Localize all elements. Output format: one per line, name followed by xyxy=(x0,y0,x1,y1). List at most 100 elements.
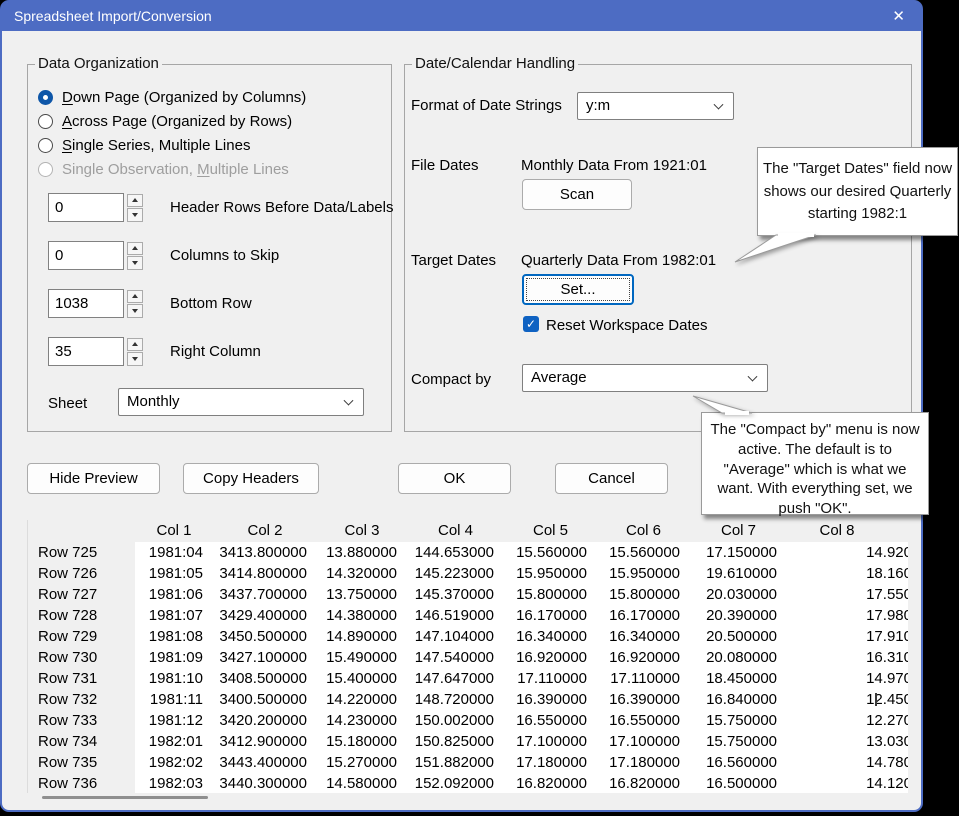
reset-workspace-dates-checkbox[interactable]: ✓ xyxy=(523,316,539,332)
table-cell: 20.030000 xyxy=(690,584,787,605)
compact-by-callout: The "Compact by" menu is now active. The… xyxy=(701,412,929,515)
table-row[interactable]: Row 7311981:103408.50000015.400000147.64… xyxy=(28,668,908,689)
table-cell: 15.490000 xyxy=(317,647,407,668)
table-cell: 150.002000 xyxy=(407,710,504,731)
spreadsheet-import-dialog: Spreadsheet Import/Conversion ✕ Data Org… xyxy=(0,0,923,812)
scan-button[interactable]: Scan xyxy=(522,179,632,210)
hide-preview-button[interactable]: Hide Preview xyxy=(27,463,160,494)
radio-option[interactable]: Across Page (Organized by Rows) xyxy=(38,111,292,131)
spinner-label: Right Column xyxy=(170,343,261,360)
table-row[interactable]: Row 7351982:023443.40000015.270000151.88… xyxy=(28,752,908,773)
radio-label: Single Series, Multiple Lines xyxy=(62,137,250,154)
table-header-row: Col 1Col 2Col 3Col 4Col 5Col 6Col 7Col 8 xyxy=(28,520,908,542)
ok-button[interactable]: OK xyxy=(398,463,511,494)
spinner-input[interactable] xyxy=(48,337,124,366)
sheet-dropdown[interactable]: Monthly xyxy=(118,388,364,416)
spin-down-button[interactable] xyxy=(127,352,143,366)
spinner-input[interactable] xyxy=(48,289,124,318)
row-label: Row 730 xyxy=(28,647,135,668)
table-cell: 15.180000 xyxy=(317,731,407,752)
row-label-header xyxy=(28,520,135,542)
date-format-value: y:m xyxy=(586,97,610,114)
table-cell: 144.653000 xyxy=(407,542,504,563)
spinner-input[interactable] xyxy=(48,193,124,222)
table-cell: 1981:04 xyxy=(135,542,213,563)
set-button[interactable]: Set... xyxy=(522,274,634,305)
table-row[interactable]: Row 7361982:033440.30000014.580000152.09… xyxy=(28,773,908,793)
column-header: Col 7 xyxy=(690,520,787,542)
copy-headers-button[interactable]: Copy Headers xyxy=(183,463,319,494)
radio-icon[interactable] xyxy=(38,90,53,105)
chevron-down-icon xyxy=(748,372,758,382)
table-row[interactable]: Row 7281981:073429.40000014.380000146.51… xyxy=(28,605,908,626)
table-cell: 16.920000 xyxy=(504,647,597,668)
spin-down-button[interactable] xyxy=(127,256,143,270)
target-dates-value: Quarterly Data From 1982:01 xyxy=(521,252,716,269)
table-row[interactable]: Row 7271981:063437.70000013.750000145.37… xyxy=(28,584,908,605)
table-row[interactable]: Row 7291981:083450.50000014.890000147.10… xyxy=(28,626,908,647)
spin-up-button[interactable] xyxy=(127,194,143,208)
date-calendar-title: Date/Calendar Handling xyxy=(412,55,578,72)
horizontal-scrollbar[interactable] xyxy=(42,796,208,799)
table-row[interactable]: Row 7341982:013412.90000015.180000150.82… xyxy=(28,731,908,752)
spin-up-button[interactable] xyxy=(127,242,143,256)
table-cell: 17.110000 xyxy=(597,668,690,689)
table-cell: 16.390000 xyxy=(504,689,597,710)
table-cell: 18.160000 xyxy=(787,563,908,584)
table-row[interactable]: Row 7261981:053414.80000014.320000145.22… xyxy=(28,563,908,584)
table-cell: 20.390000 xyxy=(690,605,787,626)
table-cell: 16.340000 xyxy=(597,626,690,647)
table-row[interactable]: Row 7301981:093427.10000015.490000147.54… xyxy=(28,647,908,668)
table-cell: 17.550000 xyxy=(787,584,908,605)
table-cell: 3427.100000 xyxy=(213,647,317,668)
file-dates-label: File Dates xyxy=(411,157,479,174)
table-cell: 146.519000 xyxy=(407,605,504,626)
radio-option[interactable]: Single Series, Multiple Lines xyxy=(38,135,250,155)
table-row[interactable]: Row 7331981:123420.20000014.230000150.00… xyxy=(28,710,908,731)
spin-down-button[interactable] xyxy=(127,304,143,318)
row-label: Row 732 xyxy=(28,689,135,710)
spin-up-button[interactable] xyxy=(127,338,143,352)
spin-up-button[interactable] xyxy=(127,290,143,304)
format-of-date-strings-label: Format of Date Strings xyxy=(411,97,562,114)
radio-option[interactable]: Down Page (Organized by Columns) xyxy=(38,87,306,107)
table-cell: 14.970000 xyxy=(787,668,908,689)
spin-down-button[interactable] xyxy=(127,208,143,222)
spinner-input[interactable] xyxy=(48,241,124,270)
row-label: Row 728 xyxy=(28,605,135,626)
table-cell: 1981:11 xyxy=(135,689,213,710)
text-caret xyxy=(875,693,877,706)
table-cell: 17.100000 xyxy=(597,731,690,752)
spinner-label: Bottom Row xyxy=(170,295,252,312)
table-cell: 3412.900000 xyxy=(213,731,317,752)
table-cell: 17.180000 xyxy=(597,752,690,773)
table-cell: 152.092000 xyxy=(407,773,504,793)
row-label: Row 725 xyxy=(28,542,135,563)
close-icon[interactable]: ✕ xyxy=(892,7,905,25)
radio-icon[interactable] xyxy=(38,114,53,129)
sheet-dropdown-value: Monthly xyxy=(127,393,180,410)
table-cell: 3413.800000 xyxy=(213,542,317,563)
table-cell: 13.880000 xyxy=(317,542,407,563)
table-cell: 15.950000 xyxy=(597,563,690,584)
cancel-button[interactable]: Cancel xyxy=(555,463,668,494)
title-bar[interactable]: Spreadsheet Import/Conversion ✕ xyxy=(2,2,921,31)
radio-icon[interactable] xyxy=(38,138,53,153)
table-cell: 1981:09 xyxy=(135,647,213,668)
date-format-dropdown[interactable]: y:m xyxy=(577,92,734,120)
table-row[interactable]: Row 7321981:113400.50000014.220000148.72… xyxy=(28,689,908,710)
spinner-buttons xyxy=(127,242,143,270)
data-organization-title: Data Organization xyxy=(35,55,162,72)
table-cell: 150.825000 xyxy=(407,731,504,752)
row-label: Row 733 xyxy=(28,710,135,731)
compact-by-value: Average xyxy=(531,369,587,386)
table-cell: 16.820000 xyxy=(504,773,597,793)
table-cell: 15.800000 xyxy=(597,584,690,605)
spinner-row: Header Rows Before Data/Labels xyxy=(48,193,393,222)
table-row[interactable]: Row 7251981:043413.80000013.880000144.65… xyxy=(28,542,908,563)
table-cell: 3450.500000 xyxy=(213,626,317,647)
table-cell: 3437.700000 xyxy=(213,584,317,605)
compact-by-callout-tail xyxy=(688,386,768,416)
table-cell: 148.720000 xyxy=(407,689,504,710)
preview-table: Col 1Col 2Col 3Col 4Col 5Col 6Col 7Col 8… xyxy=(27,520,908,793)
